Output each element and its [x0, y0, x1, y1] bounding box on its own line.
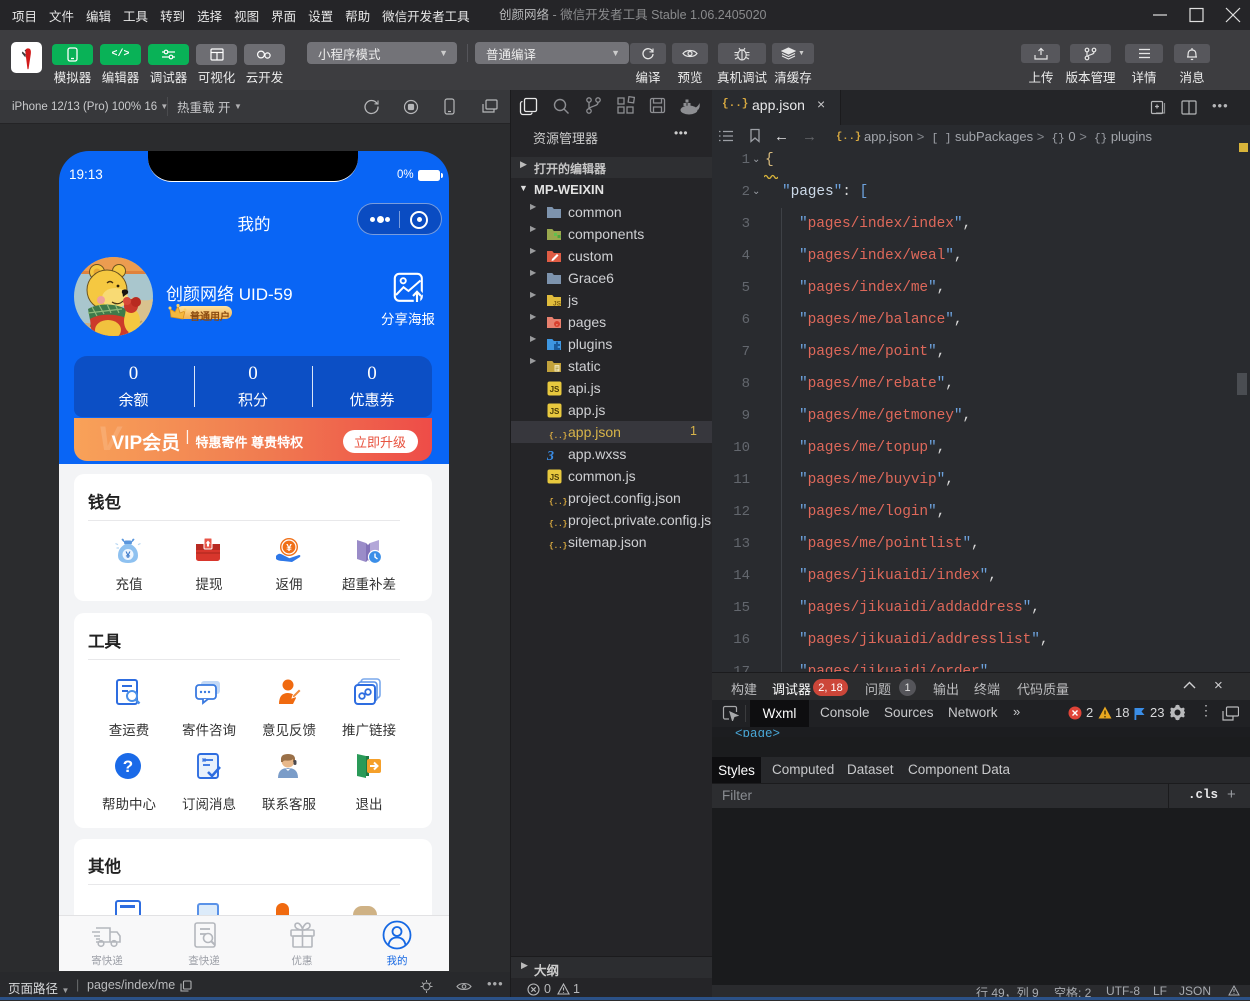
svg-text:JS: JS	[550, 385, 560, 394]
svg-text:JS: JS	[550, 473, 560, 482]
svg-text:◦: ◦	[556, 322, 558, 328]
svg-text:JS: JS	[553, 301, 562, 308]
svg-text:¥: ¥	[125, 550, 130, 560]
svg-text:?: ?	[123, 757, 133, 776]
svg-text:¥: ¥	[286, 543, 292, 554]
svg-text:JS: JS	[550, 407, 560, 416]
